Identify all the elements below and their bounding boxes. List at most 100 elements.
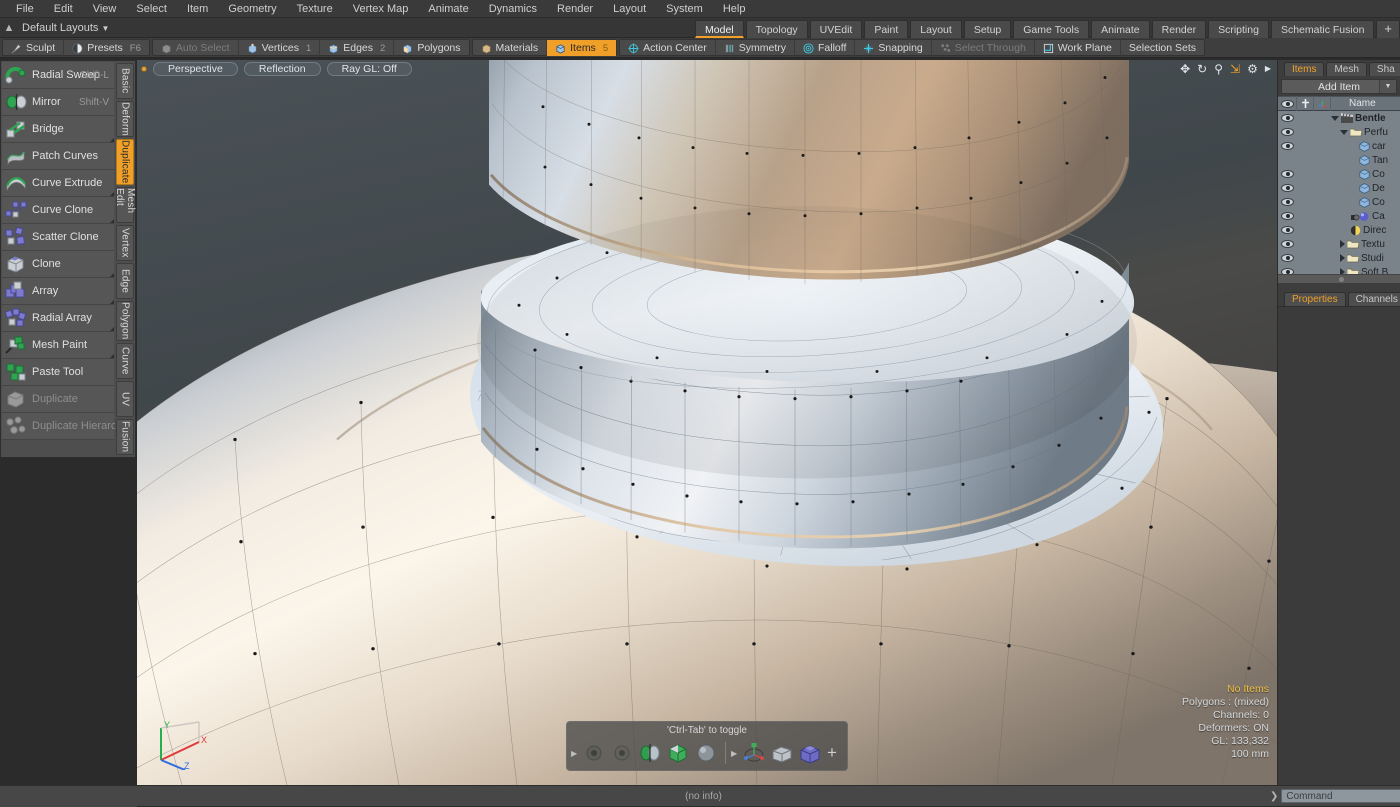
column-axis-icon[interactable] xyxy=(1314,96,1331,111)
mode-button-edges[interactable]: Edges2 xyxy=(320,40,394,56)
tool-paste-tool[interactable]: Paste Tool xyxy=(2,359,114,386)
mode-button-work-plane[interactable]: Work Plane xyxy=(1035,40,1121,56)
add-item-dropdown-icon[interactable]: ▼ xyxy=(1379,80,1396,93)
gear-dim-icon[interactable] xyxy=(581,740,607,766)
layout-tab-schematic-fusion[interactable]: Schematic Fusion xyxy=(1271,20,1374,38)
cube-green-icon[interactable] xyxy=(665,740,691,766)
menu-item-vertex-map[interactable]: Vertex Map xyxy=(343,0,419,18)
tool-category-edge[interactable]: Edge xyxy=(116,263,134,299)
item-row[interactable]: Studi xyxy=(1278,251,1400,265)
item-name-cell[interactable]: Bentle xyxy=(1331,113,1400,124)
tool-category-curve[interactable]: Curve xyxy=(116,343,134,379)
command-chevron-icon[interactable]: ❯ xyxy=(1270,791,1278,802)
item-visibility-toggle[interactable] xyxy=(1278,240,1297,248)
item-row[interactable]: Co xyxy=(1278,167,1400,181)
tool-category-duplicate[interactable]: Duplicate xyxy=(116,139,134,185)
item-name-cell[interactable]: Textu xyxy=(1331,239,1400,250)
viewport-shading-pill[interactable]: Reflection xyxy=(244,62,321,76)
tool-category-uv[interactable]: UV xyxy=(116,381,134,417)
mode-button-presets[interactable]: PresetsF6 xyxy=(64,40,149,56)
menu-item-help[interactable]: Help xyxy=(713,0,756,18)
menu-item-edit[interactable]: Edit xyxy=(44,0,83,18)
item-visibility-toggle[interactable] xyxy=(1278,128,1297,136)
item-row[interactable]: Ca xyxy=(1278,209,1400,223)
add-item-button[interactable]: Add Item ▼ xyxy=(1281,79,1397,94)
column-visibility-eye-icon[interactable] xyxy=(1278,96,1297,111)
mode-button-falloff[interactable]: Falloff xyxy=(795,40,855,56)
layout-tab-setup[interactable]: Setup xyxy=(964,20,1011,38)
tool-options-corner-icon[interactable] xyxy=(110,327,114,331)
command-input[interactable] xyxy=(1281,789,1400,803)
viewport-menu-dot[interactable] xyxy=(141,66,147,72)
item-row[interactable]: car xyxy=(1278,139,1400,153)
item-name-cell[interactable]: Studi xyxy=(1331,253,1400,264)
mode-button-symmetry[interactable]: Symmetry xyxy=(716,40,795,56)
tool-category-polygon[interactable]: Polygon xyxy=(116,301,134,341)
menu-item-select[interactable]: Select xyxy=(126,0,177,18)
home-icon[interactable]: ▲ xyxy=(0,22,18,34)
column-lock-icon[interactable] xyxy=(1297,96,1314,111)
layout-tab-paint[interactable]: Paint xyxy=(864,20,908,38)
menu-item-render[interactable]: Render xyxy=(547,0,603,18)
mode-button-items[interactable]: Items5 xyxy=(547,40,616,56)
tool-category-mesh-edit[interactable]: Mesh Edit xyxy=(116,187,134,223)
layout-tab-uvedit[interactable]: UVEdit xyxy=(810,20,863,38)
mirror-green-icon[interactable] xyxy=(637,740,663,766)
box-purple-icon[interactable] xyxy=(797,740,823,766)
twirl-down-icon[interactable] xyxy=(1331,116,1339,121)
tool-clone[interactable]: Clone xyxy=(2,251,114,278)
settings-icon[interactable]: ⚙ xyxy=(1247,63,1258,75)
menu-item-view[interactable]: View xyxy=(83,0,127,18)
tool-radial-sweep[interactable]: Radial SweepShift-L xyxy=(2,62,114,89)
tool-mesh-paint[interactable]: Mesh Paint xyxy=(2,332,114,359)
twirl-down-icon[interactable] xyxy=(1340,130,1348,135)
tool-category-basic[interactable]: Basic xyxy=(116,63,134,99)
menu-item-system[interactable]: System xyxy=(656,0,713,18)
mode-button-vertices[interactable]: Vertices1 xyxy=(239,40,321,56)
item-row[interactable]: Perfu xyxy=(1278,125,1400,139)
layout-tab-animate[interactable]: Animate xyxy=(1091,20,1150,38)
item-row[interactable]: Textu xyxy=(1278,237,1400,251)
item-row[interactable]: Bentle xyxy=(1278,111,1400,125)
viewport-3d[interactable]: Perspective Reflection Ray GL: Off ✥ ↻ ⚲… xyxy=(137,60,1277,785)
item-row[interactable]: De xyxy=(1278,181,1400,195)
twirl-right-icon[interactable] xyxy=(1340,254,1345,262)
right-tab-sha[interactable]: Sha xyxy=(1369,62,1400,76)
tool-duplicate-hierarchy[interactable]: Duplicate Hierarchy xyxy=(2,413,114,440)
transform-gizmo-icon[interactable] xyxy=(741,740,767,766)
item-visibility-toggle[interactable] xyxy=(1278,114,1297,122)
right-tab-items[interactable]: Items xyxy=(1284,62,1324,76)
item-name-cell[interactable]: Co xyxy=(1331,197,1400,208)
layout-tab-layout[interactable]: Layout xyxy=(910,20,962,38)
item-visibility-toggle[interactable] xyxy=(1278,212,1297,220)
item-name-cell[interactable]: car xyxy=(1331,141,1400,152)
item-row[interactable]: Tan xyxy=(1278,153,1400,167)
item-visibility-toggle[interactable] xyxy=(1278,170,1297,178)
item-row[interactable]: Direc xyxy=(1278,223,1400,237)
twirl-right-icon[interactable] xyxy=(1340,240,1345,248)
properties-tab-properties[interactable]: Properties xyxy=(1284,292,1346,306)
float-expand-right-icon[interactable]: ▶ xyxy=(731,749,740,758)
tool-duplicate[interactable]: Duplicate xyxy=(2,386,114,413)
tool-category-fusion[interactable]: Fusion xyxy=(116,419,134,455)
menu-item-dynamics[interactable]: Dynamics xyxy=(479,0,547,18)
move-icon[interactable]: ✥ xyxy=(1180,63,1190,75)
item-visibility-toggle[interactable] xyxy=(1278,184,1297,192)
item-name-cell[interactable]: Co xyxy=(1331,169,1400,180)
tool-radial-array[interactable]: Radial Array xyxy=(2,305,114,332)
tool-options-corner-icon[interactable] xyxy=(110,354,114,358)
tool-category-vertex[interactable]: Vertex xyxy=(116,225,134,261)
mode-button-select-through[interactable]: Select Through xyxy=(932,40,1035,56)
add-preset-button[interactable]: + xyxy=(827,743,837,763)
item-list[interactable]: BentlePerfucarTanCoDeCoCaDirecTextuStudi… xyxy=(1278,111,1400,283)
item-name-cell[interactable]: Direc xyxy=(1331,225,1400,236)
item-name-cell[interactable]: Tan xyxy=(1331,155,1400,166)
viewport-projection-pill[interactable]: Perspective xyxy=(153,62,238,76)
tool-options-corner-icon[interactable] xyxy=(110,138,114,142)
tool-options-corner-icon[interactable] xyxy=(110,192,114,196)
layout-tab-model[interactable]: Model xyxy=(695,20,744,38)
right-tab-mesh-[interactable]: Mesh ... xyxy=(1326,62,1366,76)
tool-patch-curves[interactable]: Patch Curves xyxy=(2,143,114,170)
menu-item-geometry[interactable]: Geometry xyxy=(218,0,286,18)
fit-icon[interactable]: ⇲ xyxy=(1230,63,1240,75)
